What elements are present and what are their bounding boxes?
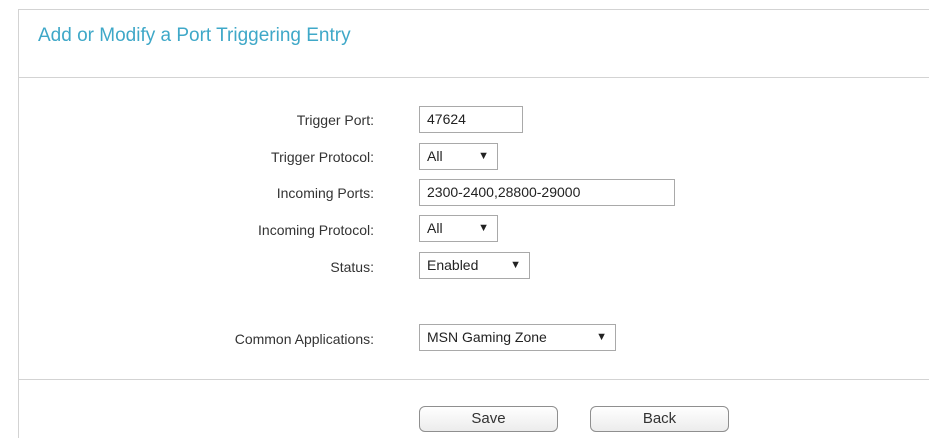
common-applications-value: MSN Gaming Zone [427,329,547,345]
incoming-protocol-select[interactable]: All ▼ [419,215,498,242]
trigger-port-label: Trigger Port: [296,112,374,128]
title-divider [19,77,929,78]
incoming-protocol-value: All [427,220,443,236]
incoming-ports-input[interactable]: 2300-2400,28800-29000 [419,179,675,206]
status-value: Enabled [427,257,479,273]
save-button[interactable]: Save [419,406,558,432]
common-applications-select[interactable]: MSN Gaming Zone ▼ [419,324,616,351]
chevron-down-icon: ▼ [596,331,607,343]
page-title: Add or Modify a Port Triggering Entry [38,25,351,46]
incoming-protocol-label: Incoming Protocol: [258,222,374,238]
trigger-protocol-value: All [427,148,443,164]
trigger-port-input[interactable]: 47624 [419,106,523,133]
trigger-protocol-label: Trigger Protocol: [271,149,374,165]
incoming-ports-label: Incoming Ports: [276,185,374,201]
back-button[interactable]: Back [590,406,729,432]
common-applications-label: Common Applications: [234,331,374,347]
status-label: Status: [330,259,374,275]
trigger-protocol-select[interactable]: All ▼ [419,143,498,170]
chevron-down-icon: ▼ [510,259,521,271]
chevron-down-icon: ▼ [478,150,489,162]
status-select[interactable]: Enabled ▼ [419,252,530,279]
chevron-down-icon: ▼ [478,222,489,234]
footer-divider [19,379,929,380]
